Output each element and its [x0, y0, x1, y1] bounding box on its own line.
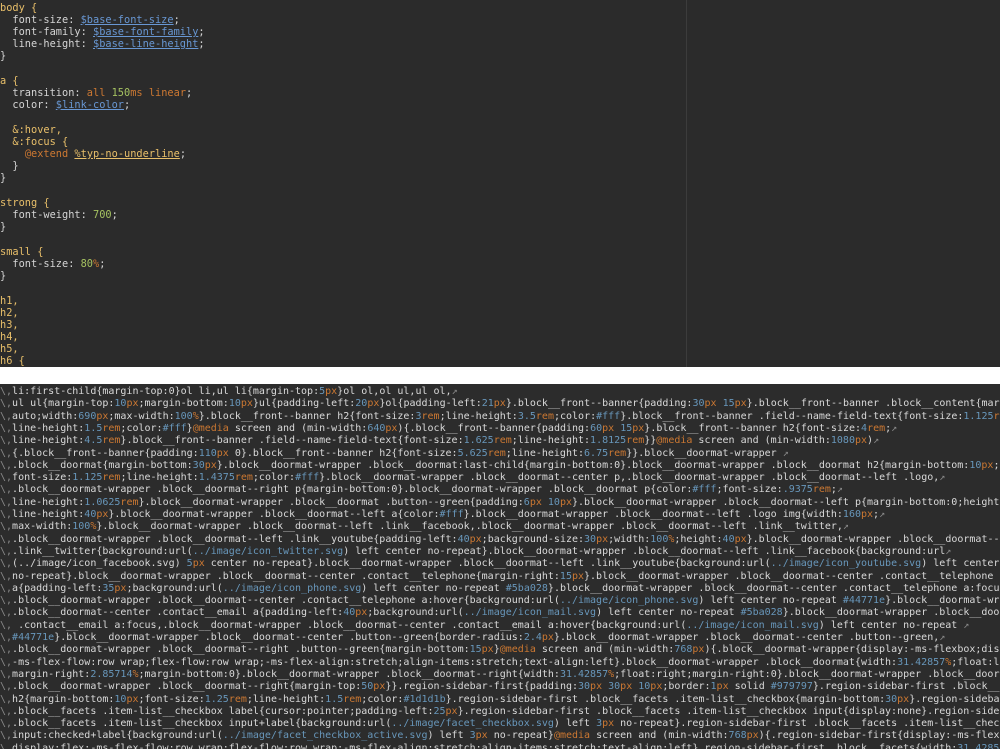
scss-code-line: body { — [0, 2, 38, 14]
scss-code-line: font-size: 80%; — [0, 258, 106, 270]
css-code-line: \,line-height:1.5rem;color:#fff}@media s… — [0, 422, 898, 434]
scss-code-line: } — [0, 50, 7, 62]
css-code-line: \,.block__doormat-wrapper .block__doorma… — [0, 644, 1000, 656]
css-code-line: \,li:first-child{margin-top:0}ol li,ul l… — [0, 386, 458, 397]
css-code-line: \,line-height:1.0625rem}.block__doormat-… — [0, 496, 1000, 508]
scss-code-line: } — [0, 160, 19, 172]
css-code-line: \,.block__doormat--center .contact__emai… — [0, 607, 1000, 619]
scss-code-line: small { — [0, 246, 44, 258]
scss-code-line: } — [0, 221, 7, 233]
css-code-line: \,#44771e}.block__doormat-wrapper .block… — [0, 632, 946, 643]
css-code-line: \,{.block__front--banner{padding:110px 0… — [0, 447, 789, 459]
minified-css-editor[interactable]: \,li:first-child{margin-top:0}ol li,ul l… — [0, 384, 1000, 749]
scss-code-line: transition: all 150ms linear; — [0, 87, 193, 99]
scss-code-line: a { — [0, 75, 19, 87]
css-code-line: \,.block__doormat-wrapper .block__doorma… — [0, 681, 1000, 693]
css-code-line: \,display:flex;-ms-flex-flow:row wrap;fl… — [0, 742, 1000, 749]
scss-code-line: h6 { — [0, 355, 25, 367]
css-code-line: \,.link__twitter{background:url(../image… — [0, 545, 952, 557]
css-code-line: \,h2{margin-bottom:10px;font-size:1.25re… — [0, 693, 1000, 705]
css-code-line: \,input:checked+label{background:url(../… — [0, 730, 1000, 742]
scss-code-line: font-weight: 700; — [0, 209, 118, 221]
css-code-line: \,font-size:1.125rem;line-height:1.4375r… — [0, 472, 946, 484]
scss-code-line: h1, — [0, 295, 19, 307]
css-code-line: \,max-width:100%}.block__doormat-wrapper… — [0, 521, 849, 533]
scss-code-line: line-height: $base-line-height; — [0, 38, 205, 50]
scss-code-line: font-family: $base-font-family; — [0, 26, 205, 38]
css-code-line: \,.block__facets .item-list__checkbox la… — [0, 705, 1000, 717]
scss-code-line: strong { — [0, 197, 50, 209]
css-code-line: \,.block__doormat{margin-bottom:30px}.bl… — [0, 459, 1000, 471]
css-code-line: \, .contact__email a:focus,.block__doorm… — [0, 619, 970, 631]
css-code-line: \,margin-right:2.85714%;margin-bottom:0}… — [0, 668, 1000, 680]
scss-code-line: &:hover, — [12, 124, 63, 136]
scss-code-line: &:focus { — [12, 136, 69, 148]
scss-code-line: h5, — [0, 343, 19, 355]
css-code-line: \,.block__doormat-wrapper .block__doorma… — [0, 484, 843, 496]
css-code-line: \,.block__doormat-wrapper .block__doorma… — [0, 533, 1000, 545]
scss-code-line: @extend %typ-no-underline; — [24, 148, 187, 160]
css-code-line: \,line-height:4.5rem}.block__front--bann… — [0, 435, 880, 447]
css-code-line: \,.block__doormat-wrapper .block__doorma… — [0, 595, 1000, 607]
scss-code-line: font-size: $base-font-size; — [0, 14, 180, 26]
scss-code-line: } — [0, 270, 7, 282]
scss-code-line: h2, — [0, 307, 19, 319]
scss-code-line: color: $link-color; — [0, 99, 131, 111]
scss-code-line: h3, — [0, 319, 19, 331]
css-code-line: \,ul ul{margin-top:10px;margin-bottom:10… — [0, 398, 1000, 410]
window-divider — [0, 367, 1000, 384]
css-code-line: \,no-repeat}.block__doormat-wrapper .blo… — [0, 570, 1000, 582]
editor-right-pane[interactable] — [687, 0, 1000, 367]
scss-code-line: h4, — [0, 331, 19, 343]
scss-code-line: } — [0, 172, 7, 184]
scss-code-pane[interactable]: body { font-size: $base-font-size; font-… — [0, 0, 687, 367]
scss-editor[interactable]: body { font-size: $base-font-size; font-… — [0, 0, 1000, 367]
css-code-line: \,.block__facets .item-list__checkbox in… — [0, 718, 1000, 730]
css-code-line: \,line-height:40px}.block__doormat-wrapp… — [0, 509, 886, 520]
css-code-line: \,a{padding-left:35px;background:url(../… — [0, 582, 1000, 594]
css-code-line: \,(../image/icon_facebook.svg) 5px cente… — [0, 558, 1000, 570]
css-code-line: \,auto;width:690px;max-width:100%}.block… — [0, 410, 1000, 422]
css-code-line: \,-ms-flex-flow:row wrap;flex-flow:row w… — [0, 656, 1000, 668]
